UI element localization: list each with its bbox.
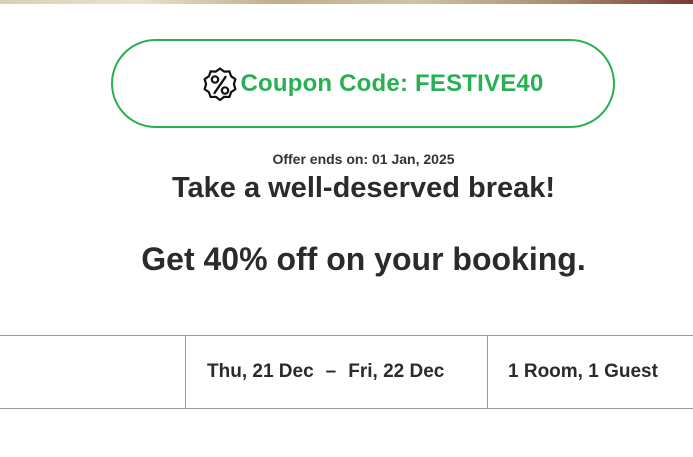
- room-guest-field[interactable]: 1 Room, 1 Guest: [488, 336, 693, 408]
- percent-badge-icon: [200, 64, 240, 104]
- date-separator: –: [325, 361, 337, 382]
- coupon-code-button[interactable]: Coupon Code: FESTIVE40: [111, 39, 615, 128]
- offer-headline: Take a well-deserved break!: [171, 172, 556, 204]
- location-field[interactable]: [0, 336, 186, 408]
- booking-search-bar: Thu, 21 Dec – Fri, 22 Dec 1 Room, 1 Gues…: [0, 335, 693, 409]
- check-in-date: Thu, 21 Dec: [207, 361, 314, 382]
- room-guest-label: 1 Room, 1 Guest: [508, 361, 658, 382]
- offer-subheadline: Get 40% off on your booking.: [141, 241, 586, 277]
- coupon-code-label: Coupon Code: FESTIVE40: [240, 69, 544, 97]
- check-out-date: Fri, 22 Dec: [348, 361, 445, 382]
- date-range-field[interactable]: Thu, 21 Dec – Fri, 22 Dec: [186, 336, 488, 408]
- offer-end-date: Offer ends on: 01 Jan, 2025: [272, 151, 455, 167]
- coupon-content: Coupon Code: FESTIVE40: [200, 64, 543, 104]
- hero-image-strip: [0, 0, 693, 4]
